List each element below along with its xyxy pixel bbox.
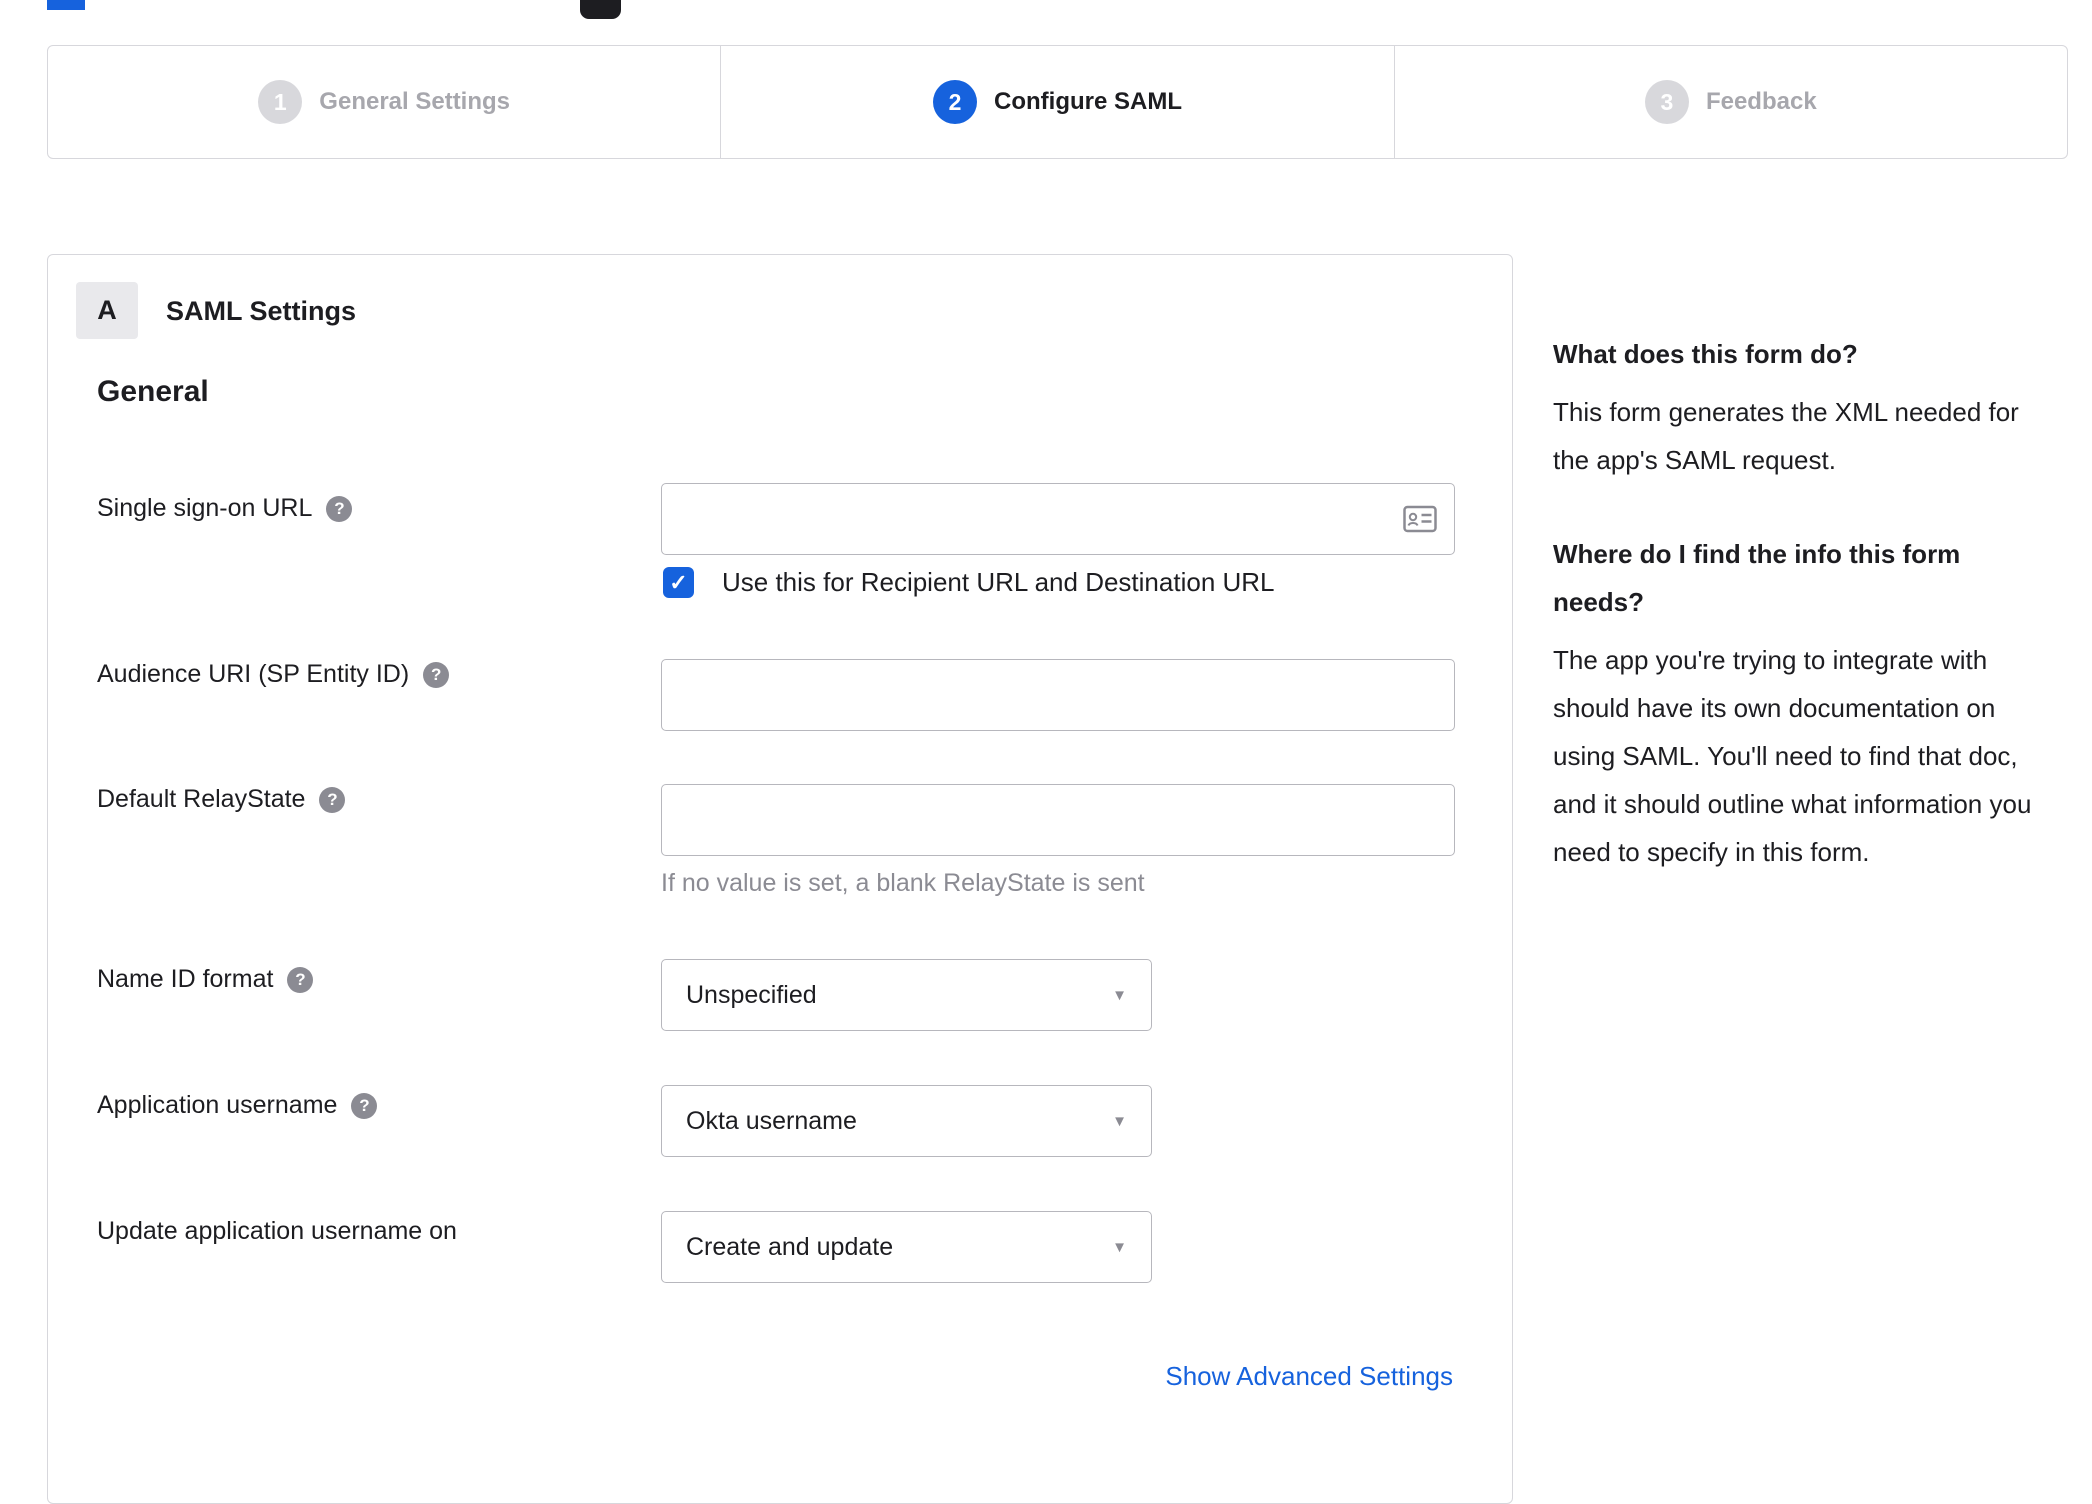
wizard-stepper: 1 General Settings 2 Configure SAML 3 Fe…	[47, 45, 2068, 159]
chevron-down-icon: ▼	[1112, 1238, 1127, 1256]
name-id-format-label: Name ID format ?	[97, 965, 314, 994]
recipient-url-checkbox-row[interactable]: ✓ Use this for Recipient URL and Destina…	[663, 567, 1275, 598]
help-icon[interactable]: ?	[287, 966, 314, 993]
step-number-badge: 2	[933, 80, 977, 124]
name-id-format-select[interactable]: Unspecified ▼	[661, 959, 1152, 1031]
select-value: Okta username	[686, 1106, 857, 1135]
relay-state-label: Default RelayState ?	[97, 785, 346, 814]
checkbox-label: Use this for Recipient URL and Destinati…	[722, 567, 1275, 597]
section-title: SAML Settings	[166, 296, 357, 326]
saml-settings-panel: A SAML Settings General Single sign-on U…	[47, 254, 1513, 1504]
help-body-what: This form generates the XML needed for t…	[1553, 397, 2019, 475]
step-number-badge: 1	[258, 80, 303, 124]
audience-uri-label: Audience URI (SP Entity ID) ?	[97, 660, 450, 689]
contact-card-icon	[1403, 505, 1437, 533]
audience-uri-input[interactable]	[661, 659, 1455, 731]
relay-state-helper-text: If no value is set, a blank RelayState i…	[661, 869, 1145, 897]
update-app-username-select[interactable]: Create and update ▼	[661, 1211, 1152, 1283]
help-icon[interactable]: ?	[326, 495, 353, 522]
step-label: Configure SAML	[994, 88, 1182, 115]
app-username-label: Application username ?	[97, 1091, 378, 1120]
cutoff-title-fragment-dark	[580, 0, 621, 19]
chevron-down-icon: ▼	[1112, 986, 1127, 1004]
relay-state-input[interactable]	[661, 784, 1455, 856]
step-number-badge: 3	[1644, 80, 1689, 124]
step-configure-saml[interactable]: 2 Configure SAML	[720, 46, 1393, 158]
app-username-select[interactable]: Okta username ▼	[661, 1085, 1152, 1157]
step-label: Feedback	[1705, 88, 1817, 115]
chevron-down-icon: ▼	[1112, 1112, 1127, 1130]
section-a-badge: A	[76, 282, 138, 339]
help-heading-where: Where do I find the info this form needs…	[1553, 539, 1961, 617]
step-general-settings[interactable]: 1 General Settings	[48, 46, 720, 158]
help-icon[interactable]: ?	[319, 786, 346, 813]
help-icon[interactable]: ?	[423, 661, 450, 688]
okta-saml-wizard-page: { "accent_color": "#1662dd", "stepper": …	[0, 0, 2092, 1504]
help-heading-what: What does this form do?	[1553, 339, 1858, 369]
general-group-title: General	[97, 375, 209, 408]
select-value: Unspecified	[686, 980, 817, 1009]
cutoff-title-fragment-blue	[47, 0, 85, 10]
help-body-where: The app you're trying to integrate with …	[1553, 645, 2032, 867]
help-sidebar: What does this form do? This form genera…	[1553, 330, 2058, 922]
update-app-username-label: Update application username on	[97, 1217, 457, 1245]
step-label: General Settings	[319, 88, 511, 115]
select-value: Create and update	[686, 1232, 894, 1261]
step-feedback[interactable]: 3 Feedback	[1393, 46, 2067, 158]
show-advanced-settings-link[interactable]: Show Advanced Settings	[1165, 1361, 1453, 1392]
sso-url-input[interactable]	[661, 483, 1455, 555]
checkbox-checked[interactable]: ✓	[663, 567, 694, 598]
sso-url-label: Single sign-on URL ?	[97, 494, 353, 523]
help-icon[interactable]: ?	[351, 1092, 378, 1119]
